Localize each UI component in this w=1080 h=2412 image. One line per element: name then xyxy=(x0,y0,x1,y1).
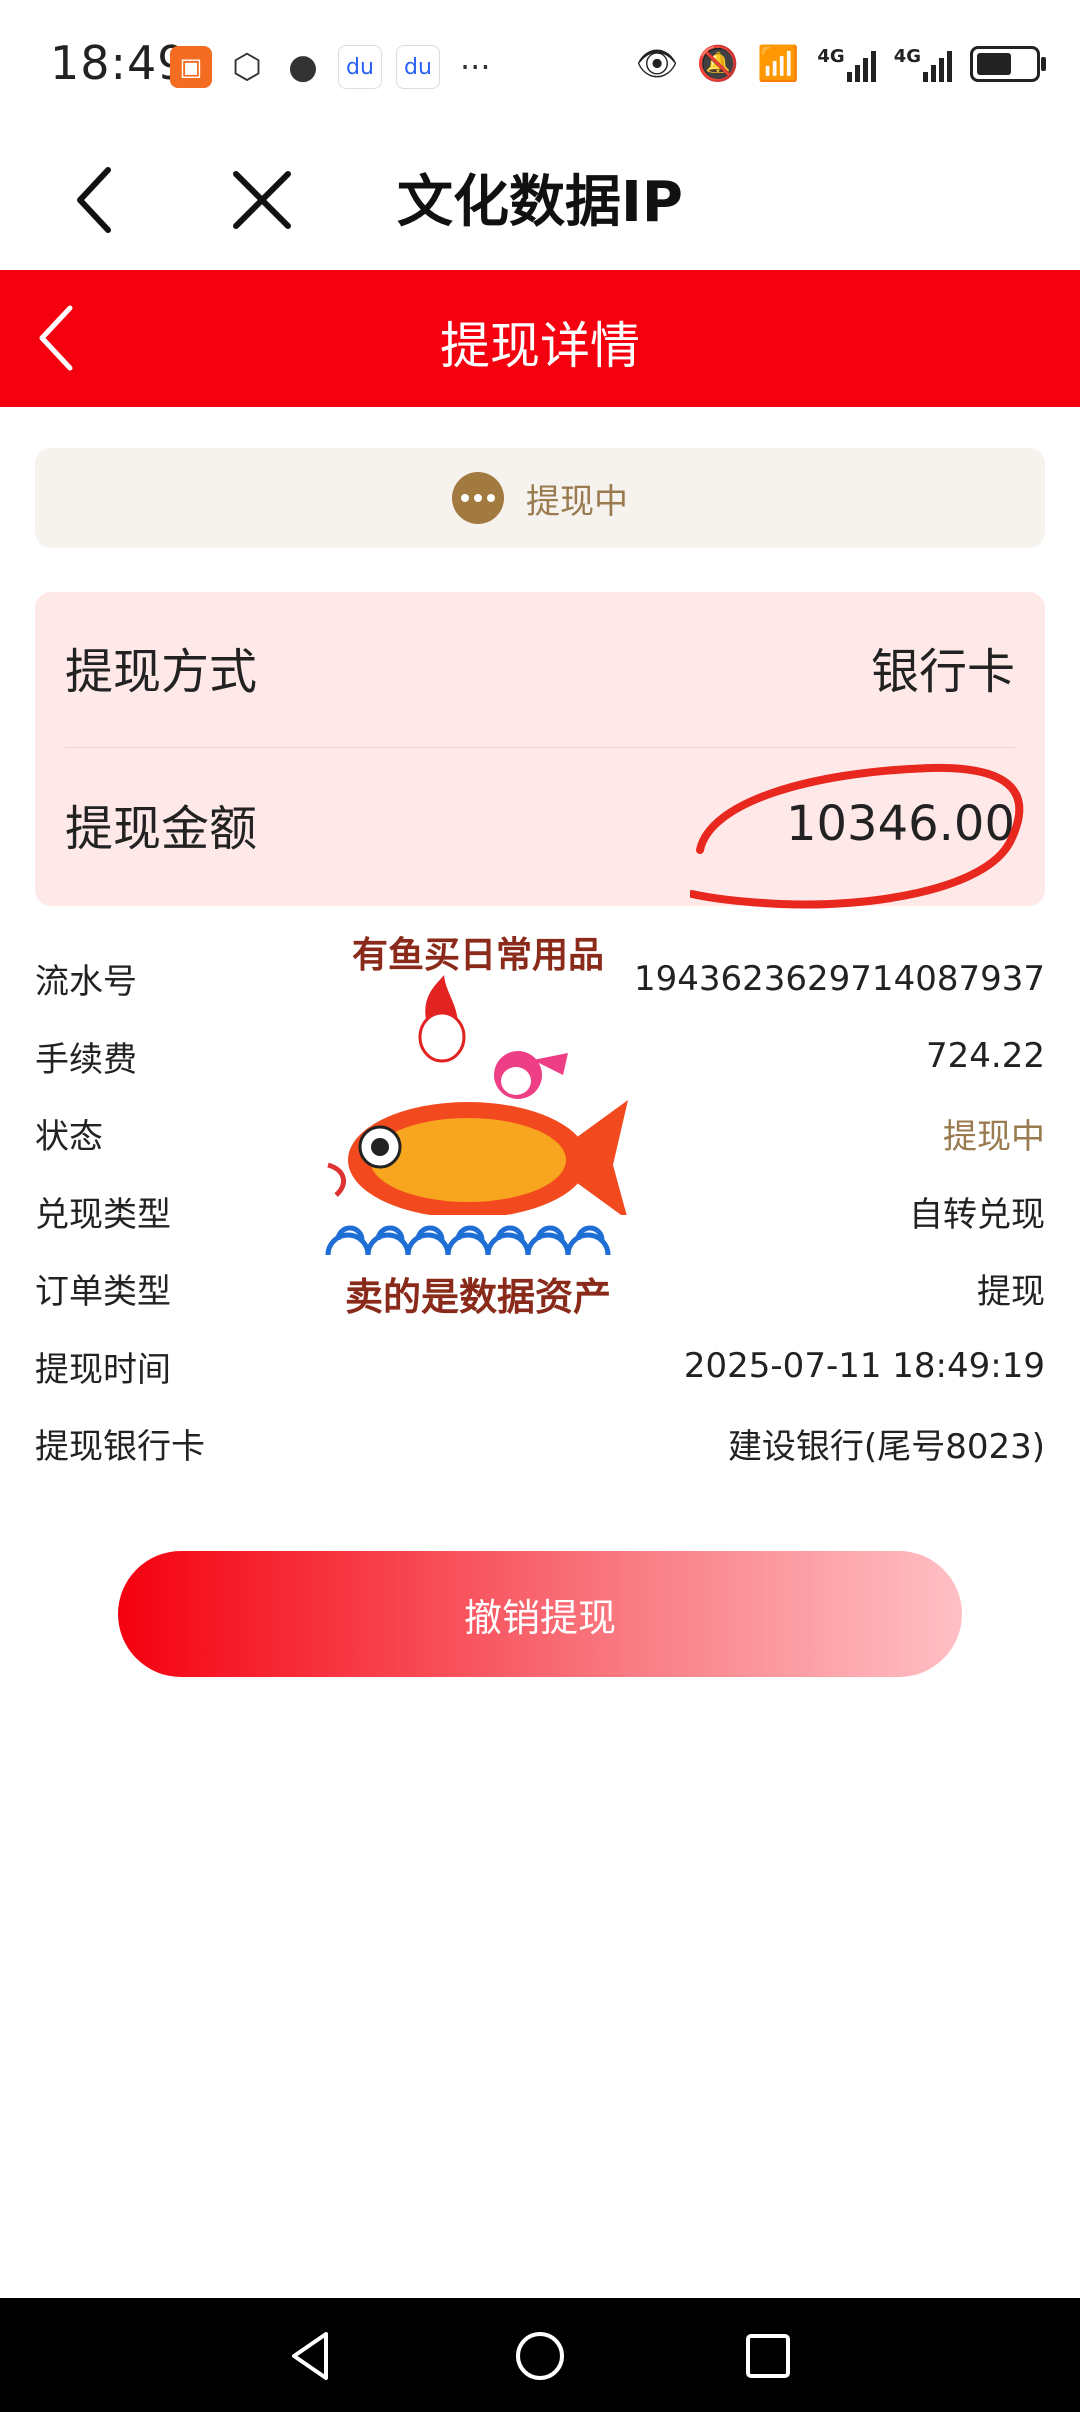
detail-value: 提现 xyxy=(977,1272,1045,1313)
signal-2-icon: 4G xyxy=(894,46,952,82)
battery-icon xyxy=(970,46,1046,82)
detail-label: 手续费 xyxy=(35,1039,137,1080)
more-notifications-icon: ··· xyxy=(460,48,491,86)
detail-value: 建设银行(尾号8023) xyxy=(727,1427,1045,1468)
hand-icon: ⬡ xyxy=(232,47,262,87)
system-navigation-bar xyxy=(0,2298,1080,2412)
detail-label: 兑现类型 xyxy=(35,1194,171,1235)
network-type-label: 4G xyxy=(817,46,845,67)
detail-row: 提现银行卡 建设银行(尾号8023) xyxy=(35,1405,1045,1483)
nav-home-icon[interactable] xyxy=(510,2326,570,2386)
detail-value: 提现中 xyxy=(943,1117,1045,1158)
mute-bell-icon: 🔕 xyxy=(696,44,740,84)
signal-1-icon: 4G xyxy=(817,46,876,82)
wifi-icon: 📶 xyxy=(757,44,800,84)
network-type-label: 4G xyxy=(893,46,921,67)
status-bar: 18:49 ▣ ⬡ ● du du ··· 👁 🔕 📶 4G 4G xyxy=(0,0,1080,135)
detail-value: 自转兑现 xyxy=(909,1194,1045,1235)
page-header: 提现详情 xyxy=(0,270,1080,407)
method-label: 提现方式 xyxy=(65,644,258,700)
withdraw-status-card: 提现中 xyxy=(35,448,1045,548)
hand-drawn-circle-annotation xyxy=(690,763,1024,909)
cancel-withdraw-button[interactable]: 撤销提现 xyxy=(118,1551,962,1677)
system-icons: 👁 🔕 📶 4G 4G xyxy=(635,44,1046,84)
detail-label: 流水号 xyxy=(35,962,137,1003)
sticker-bottom-text: 卖的是数据资产 xyxy=(345,1275,611,1319)
method-value: 银行卡 xyxy=(870,644,1015,700)
amount-label: 提现金额 xyxy=(65,801,258,857)
detail-label: 状态 xyxy=(35,1117,103,1158)
baidu-icon: du xyxy=(338,45,382,89)
page-title: 提现详情 xyxy=(440,317,640,375)
app-title: 文化数据IP xyxy=(397,170,683,235)
sticker-top-text: 有鱼买日常用品 xyxy=(352,935,604,976)
status-card-text: 提现中 xyxy=(526,481,628,522)
detail-value: 1943623629714087937 xyxy=(633,958,1045,999)
app-title-bar: 文化数据IP xyxy=(0,135,1080,270)
method-row: 提现方式 银行卡 xyxy=(65,597,1015,737)
nav-recents-icon[interactable] xyxy=(738,2326,798,2386)
eye-icon: 👁 xyxy=(635,44,679,84)
wechat-icon: ● xyxy=(288,47,318,87)
baidu-icon: du xyxy=(396,45,440,89)
pending-dots-icon xyxy=(452,472,504,524)
divider xyxy=(65,747,1015,748)
nav-back-icon[interactable] xyxy=(280,2326,340,2386)
fish-sticker-overlay: 有鱼买日常用品 卖的是数据资产 xyxy=(325,935,628,1319)
status-time: 18:49 xyxy=(50,36,188,90)
detail-label: 订单类型 xyxy=(35,1272,171,1313)
detail-row: 提现时间 2025-07-11 18:49:19 xyxy=(35,1328,1045,1406)
detail-label: 提现银行卡 xyxy=(35,1427,205,1468)
notification-icons: ▣ ⬡ ● du du ··· xyxy=(170,42,491,92)
detail-value: 2025-07-11 18:49:19 xyxy=(683,1346,1045,1387)
kuaishou-icon: ▣ xyxy=(170,46,212,88)
detail-label: 提现时间 xyxy=(35,1349,171,1390)
detail-value: 724.22 xyxy=(926,1036,1045,1077)
